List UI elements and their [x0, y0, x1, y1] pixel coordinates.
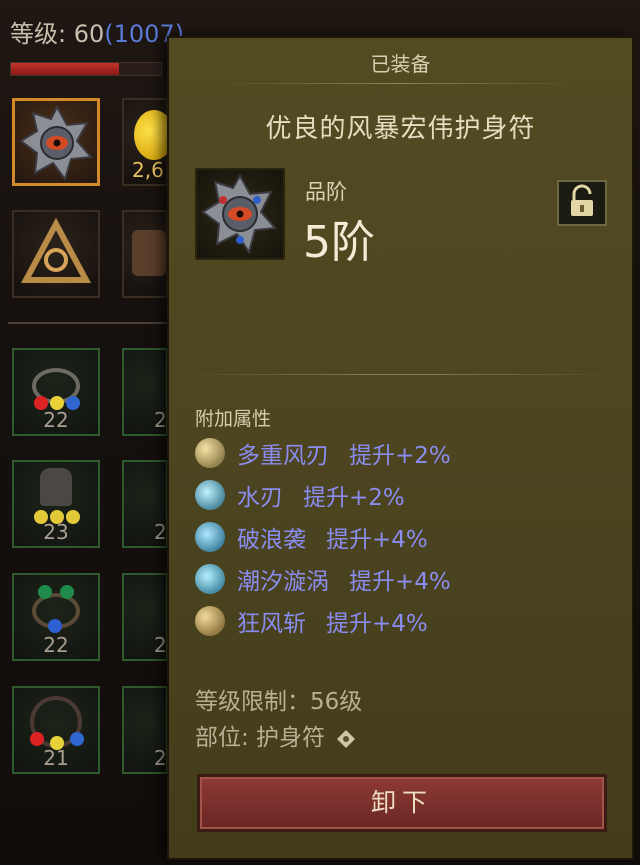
amulet-slot-icon [337, 729, 356, 748]
header-divider [219, 83, 579, 84]
lock-toggle-button[interactable] [557, 180, 607, 226]
xp-bar-fill [11, 63, 119, 75]
item-tooltip-panel: 已装备 优良的风暴宏伟护身符 品阶 5阶 附加属性 多重风刃 提升+2% 水刃 提升… [167, 36, 634, 860]
inventory-slot-ring-5[interactable]: 21 [12, 686, 100, 774]
inventory-slot-ring-4[interactable]: 2 [122, 573, 168, 661]
item-name: 优良的风暴宏伟护身符 [265, 114, 536, 144]
gem-icon [48, 619, 62, 633]
water-blade-icon [195, 480, 225, 510]
affix-row: 潮汐漩涡 提升+4% [195, 562, 451, 596]
amulet-icon [19, 104, 94, 182]
inventory-slot-ring-2[interactable]: 2 [122, 348, 168, 436]
slot-level: 22 [43, 633, 69, 657]
affix-row: 破浪袭 提升+4% [195, 520, 428, 554]
slot-level: 21 [43, 746, 69, 770]
gem-icon [38, 585, 52, 599]
affix-bonus: 提升+4% [326, 611, 428, 637]
affix-name: 破浪袭 [237, 527, 306, 553]
level-label: 等级: 60 [10, 20, 105, 48]
tier-label: 品阶 [305, 180, 347, 204]
currency-slot[interactable]: 2,6 [122, 98, 174, 186]
slot-label: 部位: 护身符 [195, 725, 326, 751]
item-icon-frame [195, 168, 285, 260]
affix-bonus: 提升+4% [349, 569, 451, 595]
affix-row: 多重风刃 提升+2% [195, 436, 451, 470]
affix-name: 多重风刃 [237, 443, 329, 469]
affix-name: 潮汐漩涡 [237, 569, 329, 595]
tier-value: 5阶 [303, 217, 375, 268]
gem-icon [70, 732, 84, 746]
xp-bar [10, 62, 162, 76]
affix-bonus: 提升+2% [303, 485, 405, 511]
gale-slash-icon [195, 606, 225, 636]
inventory-slot-boots[interactable]: 2 [122, 460, 168, 548]
level-text: 等级: 60(1007) [10, 14, 184, 49]
inventory-slot-gloves[interactable]: 23 [12, 460, 100, 548]
gem-icon [60, 585, 74, 599]
section-divider [179, 374, 619, 375]
inventory-slot-ring-1[interactable]: 22 [12, 348, 100, 436]
gem-icon [30, 732, 44, 746]
slot-level: 22 [43, 408, 69, 432]
emblem-slot[interactable] [12, 210, 100, 298]
affix-name: 狂风斩 [237, 611, 306, 637]
armor-icon [132, 230, 166, 276]
amulet-slot[interactable] [12, 98, 100, 186]
armor-slot[interactable] [122, 210, 168, 298]
level-requirement: 等级限制：56级 [195, 689, 363, 715]
slot-info: 部位: 护身符 [195, 718, 356, 752]
affix-name: 水刃 [237, 485, 283, 511]
inventory-slot-ring-6[interactable]: 2 [122, 686, 168, 774]
wind-blades-icon [195, 438, 225, 468]
affix-row: 狂风斩 提升+4% [195, 604, 428, 638]
inventory-divider [8, 322, 168, 324]
slot-level: 23 [43, 520, 69, 544]
affix-bonus: 提升+2% [349, 443, 451, 469]
wave-break-icon [195, 522, 225, 552]
equipped-status: 已装备 [370, 52, 431, 76]
unlock-icon [571, 184, 593, 216]
unequip-button[interactable]: 卸下 [197, 774, 607, 832]
inventory-slot-ring-3[interactable]: 22 [12, 573, 100, 661]
affixes-section-title: 附加属性 [195, 408, 272, 430]
gloves-icon [40, 468, 72, 506]
affix-row: 水刃 提升+2% [195, 478, 405, 512]
amulet-icon [201, 173, 278, 255]
triangle-emblem-icon [20, 217, 92, 283]
affix-bonus: 提升+4% [326, 527, 428, 553]
tidal-vortex-icon [195, 564, 225, 594]
